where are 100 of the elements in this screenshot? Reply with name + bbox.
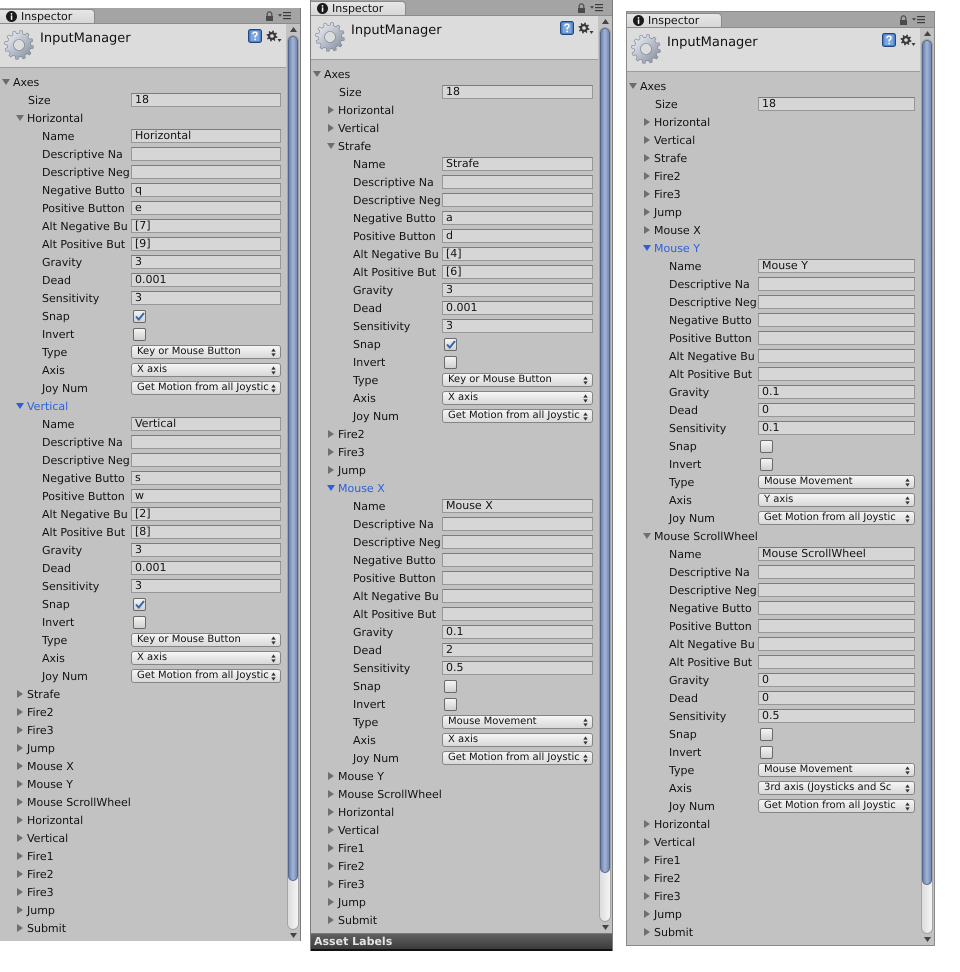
foldout-item[interactable]: Vertical <box>643 134 696 146</box>
text-field[interactable] <box>442 607 593 621</box>
text-field[interactable]: s <box>131 471 281 485</box>
foldout-item[interactable]: Fire2 <box>643 170 681 182</box>
text-field[interactable]: [7] <box>131 219 281 233</box>
dropdown[interactable]: Mouse Movement <box>758 763 915 777</box>
foldout-item[interactable]: Mouse ScrollWheel <box>16 796 131 808</box>
text-field[interactable] <box>758 367 915 381</box>
lock-icon[interactable] <box>265 10 274 20</box>
checkbox[interactable] <box>444 356 457 368</box>
text-field[interactable]: 0.1 <box>758 421 915 435</box>
foldout-item[interactable]: Fire2 <box>643 872 681 884</box>
tab[interactable]: Inspector <box>0 9 95 23</box>
text-field[interactable]: 0.001 <box>131 273 281 287</box>
text-field[interactable]: 0.001 <box>131 561 281 575</box>
tab[interactable]: Inspector <box>627 13 722 27</box>
dropdown[interactable]: X axis <box>442 733 593 747</box>
scroll-up-icon[interactable] <box>602 19 608 24</box>
text-field[interactable] <box>442 175 593 189</box>
text-field[interactable]: q <box>131 183 281 197</box>
foldout-item[interactable]: Horizontal <box>16 112 84 124</box>
text-field[interactable]: 3 <box>131 255 281 269</box>
text-field[interactable] <box>442 589 593 603</box>
text-field[interactable] <box>442 193 593 207</box>
dropdown[interactable]: Get Motion from all Joystic <box>758 799 915 813</box>
dropdown[interactable]: Get Motion from all Joystic <box>442 751 593 765</box>
text-field[interactable]: [6] <box>442 265 593 279</box>
dropdown[interactable]: 3rd axis (Joysticks and Sc <box>758 781 915 795</box>
foldout-item[interactable]: Horizontal <box>327 806 394 818</box>
dropdown[interactable]: Key or Mouse Button <box>131 345 281 359</box>
text-field[interactable]: 0.1 <box>442 625 593 639</box>
text-field[interactable]: 3 <box>442 319 593 333</box>
checkbox[interactable] <box>760 440 773 452</box>
dropdown[interactable]: Key or Mouse Button <box>131 633 281 647</box>
foldout-item[interactable]: Fire2 <box>16 706 54 718</box>
foldout-item[interactable]: Fire1 <box>327 842 365 854</box>
foldout-item[interactable]: Horizontal <box>643 116 710 128</box>
foldout-item[interactable]: Fire3 <box>643 188 681 200</box>
foldout-item[interactable]: Jump <box>327 896 366 908</box>
text-field[interactable] <box>758 637 915 651</box>
text-field[interactable]: 0.5 <box>758 709 915 723</box>
foldout-item[interactable]: Fire3 <box>327 878 365 890</box>
text-field[interactable]: 18 <box>131 93 281 107</box>
text-field[interactable]: 0 <box>758 403 915 417</box>
dropdown[interactable]: Get Motion from all Joystic <box>758 511 915 525</box>
text-field[interactable]: [4] <box>442 247 593 261</box>
checkbox[interactable] <box>133 310 146 322</box>
text-field[interactable] <box>442 571 593 585</box>
foldout-item[interactable]: Mouse ScrollWheel <box>643 530 758 542</box>
text-field[interactable] <box>442 535 593 549</box>
dropdown[interactable]: Mouse Movement <box>758 475 915 489</box>
menu-icon[interactable] <box>590 3 603 12</box>
text-field[interactable]: 0 <box>758 691 915 705</box>
text-field[interactable]: Strafe <box>442 157 593 171</box>
foldout-item[interactable]: Jump <box>16 904 55 916</box>
foldout-item[interactable]: Submit <box>327 914 378 926</box>
settings-icon[interactable] <box>266 30 282 42</box>
menu-icon[interactable] <box>912 15 925 24</box>
text-field[interactable] <box>758 601 915 615</box>
text-field[interactable]: Mouse Y <box>758 259 915 273</box>
dropdown[interactable]: Mouse Movement <box>442 715 593 729</box>
checkbox[interactable] <box>760 746 773 758</box>
text-field[interactable]: 3 <box>131 579 281 593</box>
scroll-down-icon[interactable] <box>602 925 608 930</box>
dropdown[interactable]: Get Motion from all Joystic <box>131 381 281 395</box>
foldout-item[interactable]: Vertical <box>643 836 696 848</box>
foldout-item[interactable]: Mouse X <box>16 760 74 772</box>
foldout-item[interactable]: Mouse X <box>643 224 701 236</box>
menu-icon[interactable] <box>278 11 291 20</box>
dropdown[interactable]: X axis <box>131 651 281 665</box>
text-field[interactable]: Mouse ScrollWheel <box>758 547 915 561</box>
foldout-item[interactable]: Horizontal <box>16 814 84 826</box>
text-field[interactable]: Mouse X <box>442 499 593 513</box>
text-field[interactable]: 0 <box>758 673 915 687</box>
text-field[interactable]: 18 <box>758 97 915 111</box>
text-field[interactable] <box>131 147 281 161</box>
foldout-item[interactable]: Jump <box>643 206 682 218</box>
text-field[interactable]: 0.1 <box>758 385 915 399</box>
dropdown[interactable]: Get Motion from all Joystic <box>442 409 593 423</box>
scroll-down-icon[interactable] <box>290 933 296 938</box>
text-field[interactable]: e <box>131 201 281 215</box>
scrollbar-thumb[interactable] <box>288 36 298 881</box>
text-field[interactable] <box>758 655 915 669</box>
help-icon[interactable] <box>882 33 896 47</box>
checkbox[interactable] <box>444 680 457 692</box>
foldout-item[interactable]: Horizontal <box>643 818 710 830</box>
foldout-item[interactable]: Strafe <box>327 140 372 152</box>
foldout-item[interactable]: Axes <box>629 80 666 92</box>
foldout-item[interactable]: Fire1 <box>643 854 681 866</box>
text-field[interactable]: 3 <box>131 543 281 557</box>
foldout-item[interactable]: Fire3 <box>327 446 365 458</box>
text-field[interactable]: [2] <box>131 507 281 521</box>
scrollbar-thumb[interactable] <box>922 40 932 885</box>
dropdown[interactable]: Key or Mouse Button <box>442 373 593 387</box>
text-field[interactable] <box>758 295 915 309</box>
text-field[interactable]: w <box>131 489 281 503</box>
text-field[interactable]: [8] <box>131 525 281 539</box>
text-field[interactable]: 0.5 <box>442 661 593 675</box>
foldout-item[interactable]: Fire2 <box>327 428 365 440</box>
foldout-item[interactable]: Vertical <box>327 122 380 134</box>
